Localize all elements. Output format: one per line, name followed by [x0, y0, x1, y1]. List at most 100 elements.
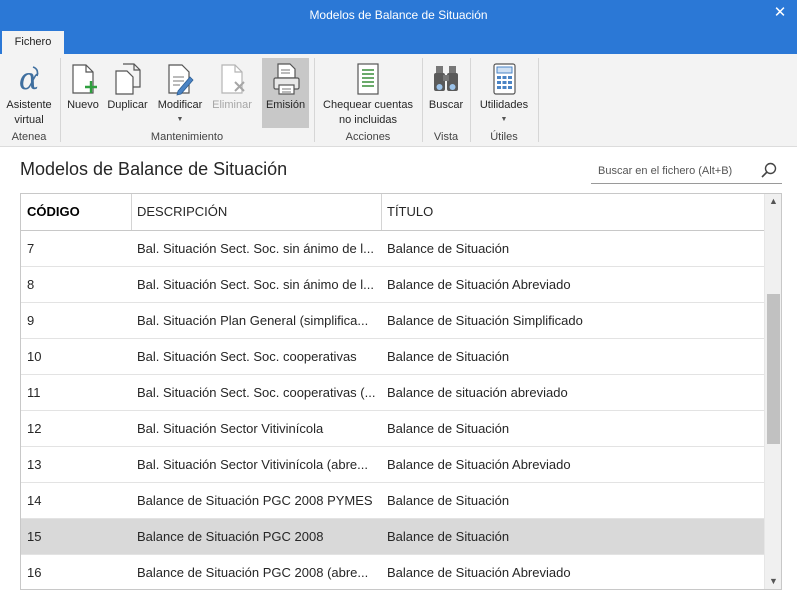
binoculars-icon	[434, 66, 458, 91]
table-row[interactable]: 16 Balance de Situación PGC 2008 (abre..…	[21, 555, 764, 589]
scroll-up-icon[interactable]: ▲	[765, 194, 781, 209]
table-row[interactable]: 8 Bal. Situación Sect. Soc. sin ánimo de…	[21, 267, 764, 303]
cell-codigo: 7	[27, 241, 35, 256]
title-bar: Modelos de Balance de Situación ✕	[0, 0, 797, 31]
chequear-cuentas-button[interactable]: Chequear cuentas no incluidas	[318, 58, 418, 128]
cell-codigo: 15	[27, 529, 42, 544]
emision-label: Emisión	[265, 99, 306, 111]
utilidades-dropdown-icon: ▼	[500, 116, 508, 123]
asistente-virtual-label: Asistente virtual	[2, 98, 56, 128]
column-header-titulo[interactable]: TÍTULO	[381, 194, 764, 230]
cell-codigo: 10	[27, 349, 42, 364]
table-row[interactable]: 12 Bal. Situación Sector Vitivinícola Ba…	[21, 411, 764, 447]
cell-titulo: Balance de Situación	[387, 529, 510, 544]
duplicate-icon	[114, 63, 141, 95]
group-mantenimiento: Nuevo Duplicar Modificar ▼ Eliminar Emis…	[62, 54, 312, 147]
cell-titulo: Balance de Situación Abreviado	[387, 457, 571, 472]
modificar-dropdown-icon: ▼	[176, 116, 184, 123]
ribbon-separator	[470, 58, 471, 142]
cell-descripcion: Bal. Situación Sector Vitivinícola (abre…	[137, 457, 368, 472]
cell-descripcion: Bal. Situación Sect. Soc. cooperativas (…	[137, 385, 376, 400]
cell-descripcion: Bal. Situación Sect. Soc. sin ánimo de l…	[137, 241, 375, 256]
table-row-selected[interactable]: 15 Balance de Situación PGC 2008 Balance…	[21, 519, 764, 555]
calculator-icon	[493, 63, 516, 95]
cell-descripcion: Balance de Situación PGC 2008 (abre...	[137, 565, 369, 580]
scroll-thumb[interactable]	[767, 294, 780, 444]
asistente-virtual-label-line2: virtual	[14, 114, 44, 126]
column-header-codigo[interactable]: CÓDIGO	[21, 194, 131, 230]
close-icon[interactable]: ✕	[769, 4, 791, 24]
edit-document-icon	[168, 64, 194, 96]
cell-titulo: Balance de Situación	[387, 241, 510, 256]
buscar-label: Buscar	[428, 99, 464, 111]
cell-titulo: Balance de Situación Simplificado	[387, 313, 583, 328]
duplicar-button[interactable]: Duplicar	[104, 58, 151, 128]
cell-descripcion: Bal. Situación Sector Vitivinícola	[137, 421, 324, 436]
modificar-label: Modificar	[157, 99, 203, 111]
utilidades-label: Utilidades	[479, 99, 529, 111]
cell-codigo: 12	[27, 421, 42, 436]
print-icon	[272, 63, 300, 95]
cell-titulo: Balance de Situación	[387, 421, 510, 436]
ribbon-separator	[422, 58, 423, 142]
table-row[interactable]: 13 Bal. Situación Sector Vitivinícola (a…	[21, 447, 764, 483]
ribbon-separator	[314, 58, 315, 142]
cell-codigo: 11	[27, 385, 41, 400]
emision-button[interactable]: Emisión	[262, 58, 309, 128]
table-body: 7 Bal. Situación Sect. Soc. sin ánimo de…	[21, 231, 764, 589]
tab-fichero[interactable]: Fichero	[2, 31, 64, 54]
eliminar-button[interactable]: Eliminar	[209, 58, 255, 128]
buscar-button[interactable]: Buscar	[426, 58, 466, 128]
ribbon-separator	[60, 58, 61, 142]
cell-codigo: 9	[27, 313, 35, 328]
cell-codigo: 16	[27, 565, 42, 580]
scroll-down-icon[interactable]: ▼	[765, 574, 781, 589]
group-utiles: Utilidades ▼ Útiles	[472, 54, 536, 147]
new-document-icon	[72, 64, 97, 94]
table-header: CÓDIGO DESCRIPCIÓN TÍTULO	[21, 194, 764, 231]
cell-codigo: 14	[27, 493, 42, 508]
delete-document-icon	[221, 64, 245, 94]
window-title: Modelos de Balance de Situación	[309, 8, 488, 22]
asistente-virtual-button[interactable]: α Asistente virtual	[2, 58, 56, 128]
cell-codigo: 8	[27, 277, 35, 292]
search-input[interactable]	[598, 162, 748, 179]
table-row[interactable]: 14 Balance de Situación PGC 2008 PYMES B…	[21, 483, 764, 519]
duplicar-label: Duplicar	[107, 99, 148, 111]
nuevo-button[interactable]: Nuevo	[65, 58, 101, 128]
alpha-icon: α	[19, 62, 39, 97]
ribbon: α Asistente virtual Atenea Nuevo Duplica…	[0, 54, 797, 147]
table-row[interactable]: 11 Bal. Situación Sect. Soc. cooperativa…	[21, 375, 764, 411]
svg-text:α: α	[19, 62, 39, 97]
checklist-icon	[357, 63, 379, 95]
cell-codigo: 13	[27, 457, 42, 472]
search-icon[interactable]	[760, 161, 778, 179]
chequear-cuentas-label-line1: Chequear cuentas	[323, 99, 413, 111]
modificar-button[interactable]: Modificar ▼	[153, 58, 207, 128]
column-header-descripcion[interactable]: DESCRIPCIÓN	[131, 194, 381, 230]
nuevo-label: Nuevo	[67, 99, 99, 111]
group-label-acciones: Acciones	[345, 131, 391, 143]
group-label-atenea: Atenea	[11, 131, 47, 143]
asistente-virtual-label-line1: Asistente	[6, 99, 52, 111]
vertical-scrollbar[interactable]: ▲ ▼	[764, 194, 781, 589]
group-label-utiles: Útiles	[490, 131, 518, 143]
cell-titulo: Balance de Situación Abreviado	[387, 565, 571, 580]
cell-titulo: Balance de Situación	[387, 349, 510, 364]
data-grid: CÓDIGO DESCRIPCIÓN TÍTULO 7 Bal. Situaci…	[20, 193, 782, 590]
search-box	[591, 157, 782, 184]
group-vista: Buscar Vista	[424, 54, 468, 147]
cell-titulo: Balance de Situación Abreviado	[387, 277, 571, 292]
table-row[interactable]: 10 Bal. Situación Sect. Soc. cooperativa…	[21, 339, 764, 375]
cell-descripcion: Balance de Situación PGC 2008	[137, 529, 324, 544]
ribbon-tab-bar: Fichero	[0, 31, 797, 54]
group-atenea: α Asistente virtual Atenea	[0, 54, 58, 147]
table-row[interactable]: 9 Bal. Situación Plan General (simplific…	[21, 303, 764, 339]
ribbon-separator	[538, 58, 539, 142]
cell-descripcion: Balance de Situación PGC 2008 PYMES	[137, 493, 373, 508]
group-acciones: Chequear cuentas no incluidas Acciones	[316, 54, 420, 147]
table-row[interactable]: 7 Bal. Situación Sect. Soc. sin ánimo de…	[21, 231, 764, 267]
chequear-cuentas-label-line2: no incluidas	[338, 114, 398, 126]
chequear-cuentas-label: Chequear cuentas no incluidas	[318, 98, 418, 128]
utilidades-button[interactable]: Utilidades ▼	[474, 58, 534, 128]
